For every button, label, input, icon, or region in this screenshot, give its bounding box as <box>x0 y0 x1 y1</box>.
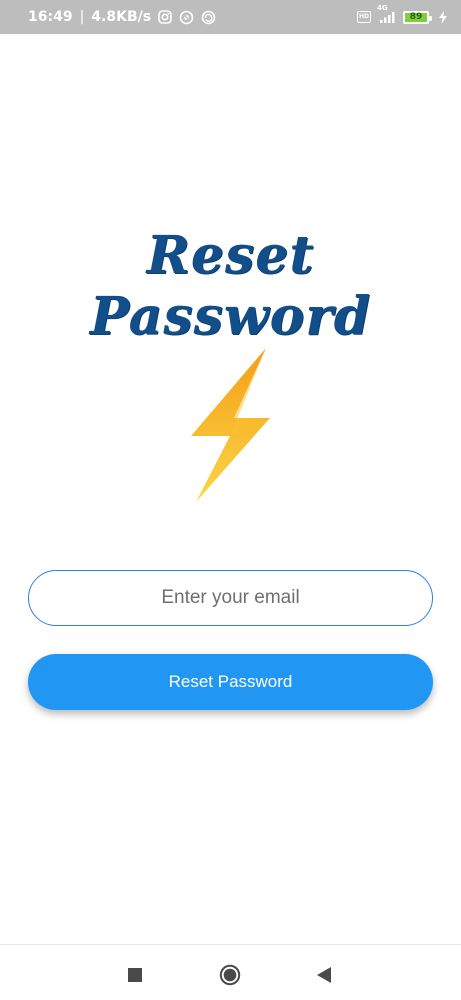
page-title: Reset Password <box>89 225 372 347</box>
instagram-icon <box>158 10 172 24</box>
battery-icon: 89 <box>403 10 432 24</box>
signal-icon: 4G <box>377 4 397 24</box>
circle-icon <box>219 964 241 986</box>
battery-level: 89 <box>409 12 423 22</box>
recents-button[interactable] <box>121 961 149 989</box>
back-triangle-icon <box>317 967 331 983</box>
square-icon <box>128 968 142 982</box>
back-button[interactable] <box>310 961 338 989</box>
vpn-icon <box>179 10 194 25</box>
network-type: 4G <box>377 4 388 12</box>
email-input[interactable] <box>28 570 433 626</box>
status-bar: 16:49 | 4.8KB/s HD 4G 89 <box>0 0 461 34</box>
status-left: 16:49 | 4.8KB/s <box>28 9 216 25</box>
charging-icon <box>439 10 447 24</box>
status-speed: 4.8KB/s <box>91 9 152 25</box>
hd-icon: HD <box>357 11 371 23</box>
navigation-bar <box>0 944 461 1000</box>
home-button[interactable] <box>216 961 244 989</box>
status-separator: | <box>79 9 85 25</box>
reset-password-button[interactable]: Reset Password <box>28 654 433 710</box>
lightning-bolt-icon <box>191 348 270 502</box>
sync-icon <box>201 10 216 25</box>
status-time: 16:49 <box>28 9 73 25</box>
status-right: HD 4G 89 <box>357 4 447 24</box>
